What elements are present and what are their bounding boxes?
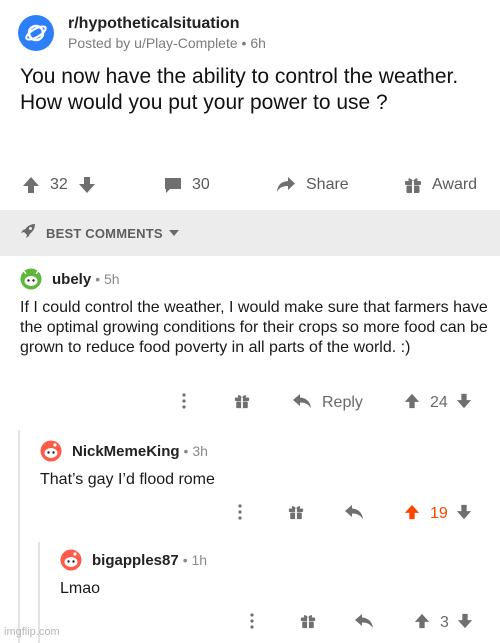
comment-count: 30 [192, 176, 210, 193]
upvote-icon[interactable] [404, 504, 420, 525]
thread-line[interactable] [18, 430, 20, 643]
chevron-down-icon [168, 224, 179, 242]
subreddit-name[interactable]: r/hypotheticalsituation [68, 14, 266, 34]
more-options-icon[interactable] [232, 503, 248, 526]
upvote-icon[interactable] [22, 176, 40, 194]
share-arrow-icon [276, 176, 296, 194]
comment: NickMemeKing • 3h That’s gay I’d flood r… [40, 438, 480, 490]
award-label: Award [432, 176, 478, 193]
comment-score: 3 [440, 614, 449, 631]
sort-label: BEST COMMENTS [46, 225, 163, 241]
award-button[interactable]: Award [404, 170, 477, 200]
reply-button[interactable] [344, 504, 364, 525]
comment-score: 19 [430, 505, 448, 522]
comments-button[interactable]: 30 [164, 170, 210, 200]
comment-vote: 3 [414, 613, 473, 634]
gift-icon[interactable] [300, 613, 316, 634]
downvote-icon[interactable] [457, 613, 473, 634]
share-button[interactable]: Share [276, 170, 349, 200]
comment-age: • 1h [182, 552, 208, 568]
upvote-icon[interactable] [404, 393, 420, 414]
posted-by: Posted by u/Play-Complete • 6h [68, 35, 266, 51]
comment-age: • 3h [183, 443, 208, 459]
comment-author[interactable]: NickMemeKing [72, 443, 180, 460]
gift-icon[interactable] [288, 504, 304, 525]
downvote-icon[interactable] [78, 176, 96, 194]
more-options-icon[interactable] [176, 392, 192, 415]
reply-button[interactable]: Reply [292, 393, 363, 414]
reply-label: Reply [322, 394, 363, 411]
comment-score: 24 [430, 394, 448, 411]
comment-body: That’s gay I’d flood rome [40, 471, 215, 488]
comment-author[interactable]: ubely [52, 271, 91, 288]
comment: ubely • 5h If I could control the weathe… [20, 266, 490, 358]
comment-actions: 3 [244, 610, 486, 636]
comment-actions: 19 [232, 501, 486, 527]
post-vote: 32 [22, 170, 96, 200]
gift-icon[interactable] [234, 393, 250, 414]
upvote-icon[interactable] [414, 613, 430, 634]
downvote-icon[interactable] [456, 504, 472, 525]
share-label: Share [306, 176, 349, 193]
rocket-icon [20, 223, 36, 244]
post-score: 32 [50, 176, 68, 193]
comment-vote: 24 [404, 393, 472, 414]
comment-author[interactable]: bigapples87 [92, 552, 179, 569]
reply-arrow-icon [354, 613, 374, 633]
reply-arrow-icon [344, 504, 364, 524]
comment-age: • 5h [95, 271, 120, 287]
post-actions: 32 30 Share Award [0, 170, 500, 200]
more-options-icon[interactable] [244, 612, 260, 635]
comment-sort-bar[interactable]: BEST COMMENTS [0, 210, 500, 256]
watermark: imgflip.com [4, 626, 60, 638]
post-header: r/hypotheticalsituation Posted by u/Play… [18, 12, 266, 54]
reply-button[interactable] [354, 613, 374, 634]
user-avatar[interactable] [60, 549, 82, 571]
post-title: You now have the ability to control the … [20, 65, 459, 114]
downvote-icon[interactable] [456, 393, 472, 414]
gift-icon [404, 176, 422, 194]
comment: bigapples87 • 1h Lmao [60, 547, 480, 599]
comment-body: Lmao [60, 580, 101, 597]
comment-bubble-icon [164, 176, 182, 194]
user-avatar[interactable] [40, 440, 62, 462]
comment-actions: Reply 24 [176, 390, 486, 416]
user-avatar[interactable] [20, 268, 42, 290]
subreddit-icon[interactable] [18, 15, 54, 51]
comment-body: If I could control the weather, I would … [20, 299, 488, 356]
comment-vote: 19 [404, 504, 472, 525]
reply-arrow-icon [292, 393, 312, 414]
